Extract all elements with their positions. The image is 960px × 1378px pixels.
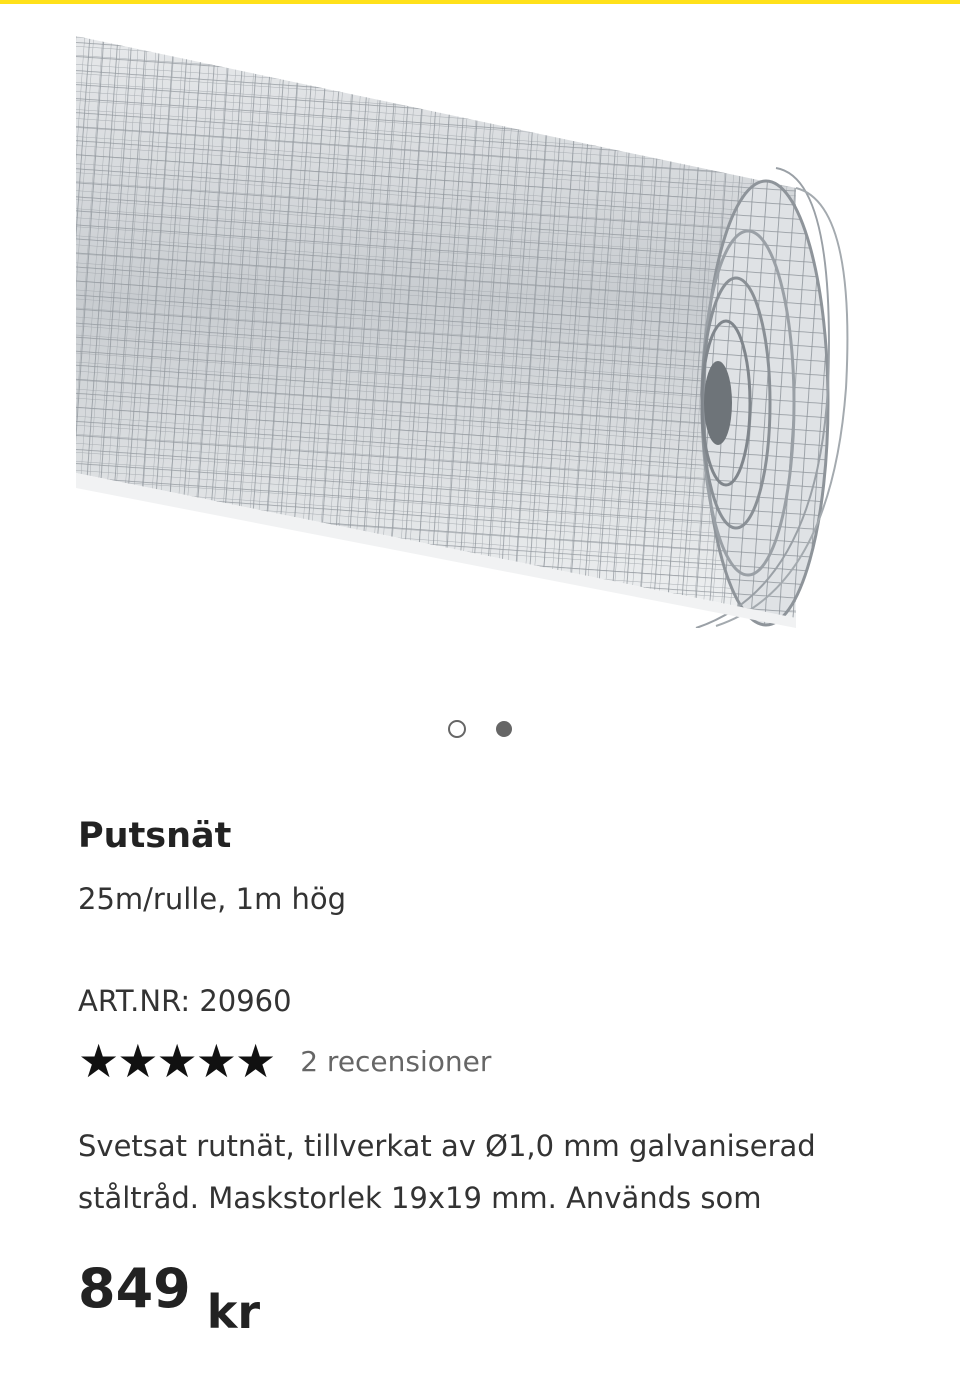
carousel-dot-2-active[interactable]	[496, 721, 512, 737]
carousel-dot-1[interactable]	[448, 720, 466, 738]
article-number: ART.NR: 20960	[78, 978, 898, 1024]
product-rating[interactable]: ★★★★★ 2 recensioner	[78, 1038, 898, 1084]
carousel-pagination	[0, 720, 960, 744]
product-info: Putsnät 25m/rulle, 1m hög ART.NR: 20960 …	[78, 806, 898, 1084]
price-amount: 849	[78, 1257, 191, 1320]
article-number-label: ART.NR:	[78, 984, 191, 1018]
product-description: Svetsat rutnät, tillverkat av Ø1,0 mm ga…	[78, 1120, 908, 1238]
product-image-gallery[interactable]	[0, 4, 960, 694]
review-count-link[interactable]: 2 recensioner	[300, 1045, 491, 1078]
description-fade	[78, 1220, 908, 1238]
price-currency: kr	[206, 1285, 261, 1339]
product-description-text: Svetsat rutnät, tillverkat av Ø1,0 mm ga…	[78, 1129, 816, 1215]
star-rating-icon: ★★★★★	[78, 1034, 276, 1088]
article-number-value: 20960	[199, 984, 292, 1018]
product-subtitle: 25m/rulle, 1m hög	[78, 882, 347, 916]
product-title: Putsnät	[78, 816, 232, 856]
product-price: 849 kr	[78, 1254, 260, 1339]
wire-mesh-roll-image[interactable]	[76, 28, 876, 628]
